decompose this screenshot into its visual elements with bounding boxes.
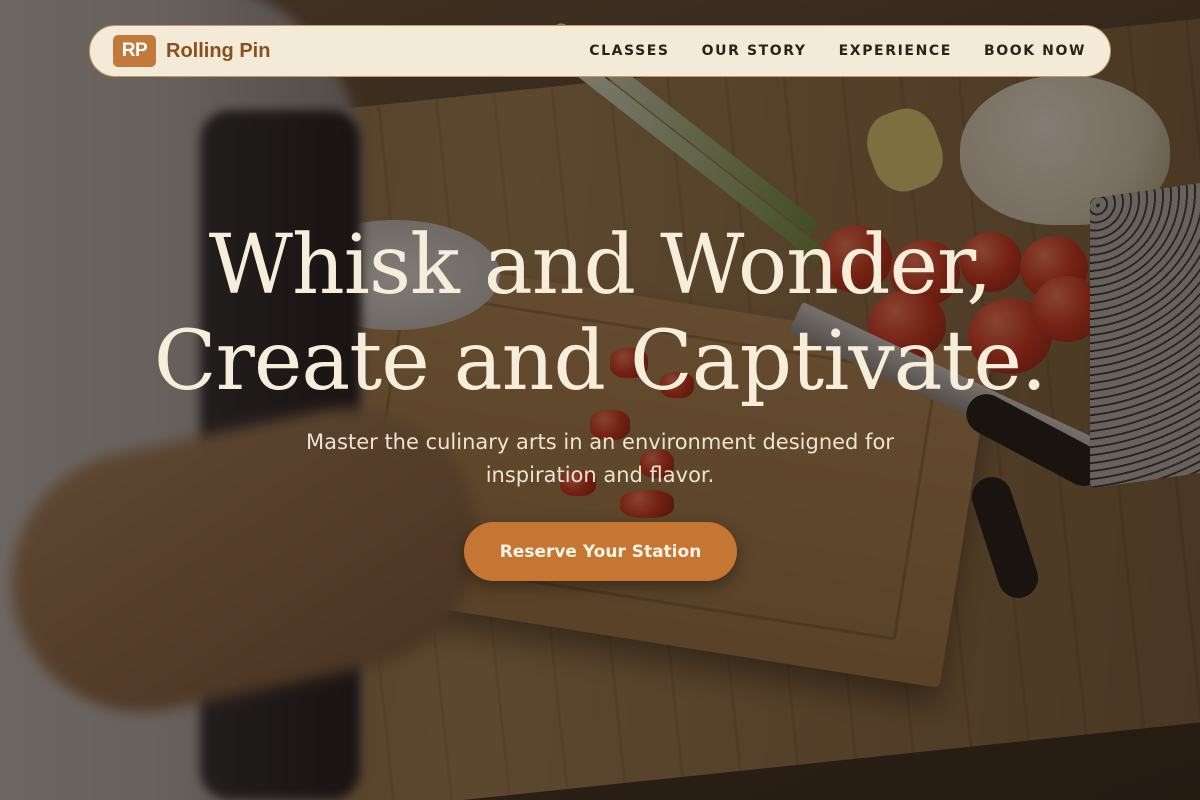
hero-subtitle-line-2: inspiration and flavor. <box>485 463 715 487</box>
hero-subtitle: Master the culinary arts in an environme… <box>0 426 1200 492</box>
brand-badge: RP <box>113 35 156 67</box>
nav-link-experience[interactable]: EXPERIENCE <box>839 43 952 59</box>
nav-link-classes[interactable]: CLASSES <box>589 43 669 59</box>
reserve-station-button[interactable]: Reserve Your Station <box>464 522 737 581</box>
hero-subtitle-line-1: Master the culinary arts in an environme… <box>306 430 894 454</box>
nav-links: CLASSES OUR STORY EXPERIENCE BOOK NOW <box>589 43 1086 59</box>
nav-link-book-now[interactable]: BOOK NOW <box>984 43 1086 59</box>
brand-logo-link[interactable]: RP Rolling Pin <box>113 35 270 67</box>
hero-section: RP Rolling Pin CLASSES OUR STORY EXPERIE… <box>0 0 1200 800</box>
hero-headline-line-1: Whisk and Wonder, <box>208 218 993 313</box>
hero-headline: Whisk and Wonder, Create and Captivate. <box>0 218 1200 410</box>
nav-link-our-story[interactable]: OUR STORY <box>702 43 807 59</box>
top-navigation-bar: RP Rolling Pin CLASSES OUR STORY EXPERIE… <box>89 25 1111 77</box>
hero-headline-line-2: Create and Captivate. <box>153 314 1047 409</box>
brand-name: Rolling Pin <box>166 39 271 62</box>
